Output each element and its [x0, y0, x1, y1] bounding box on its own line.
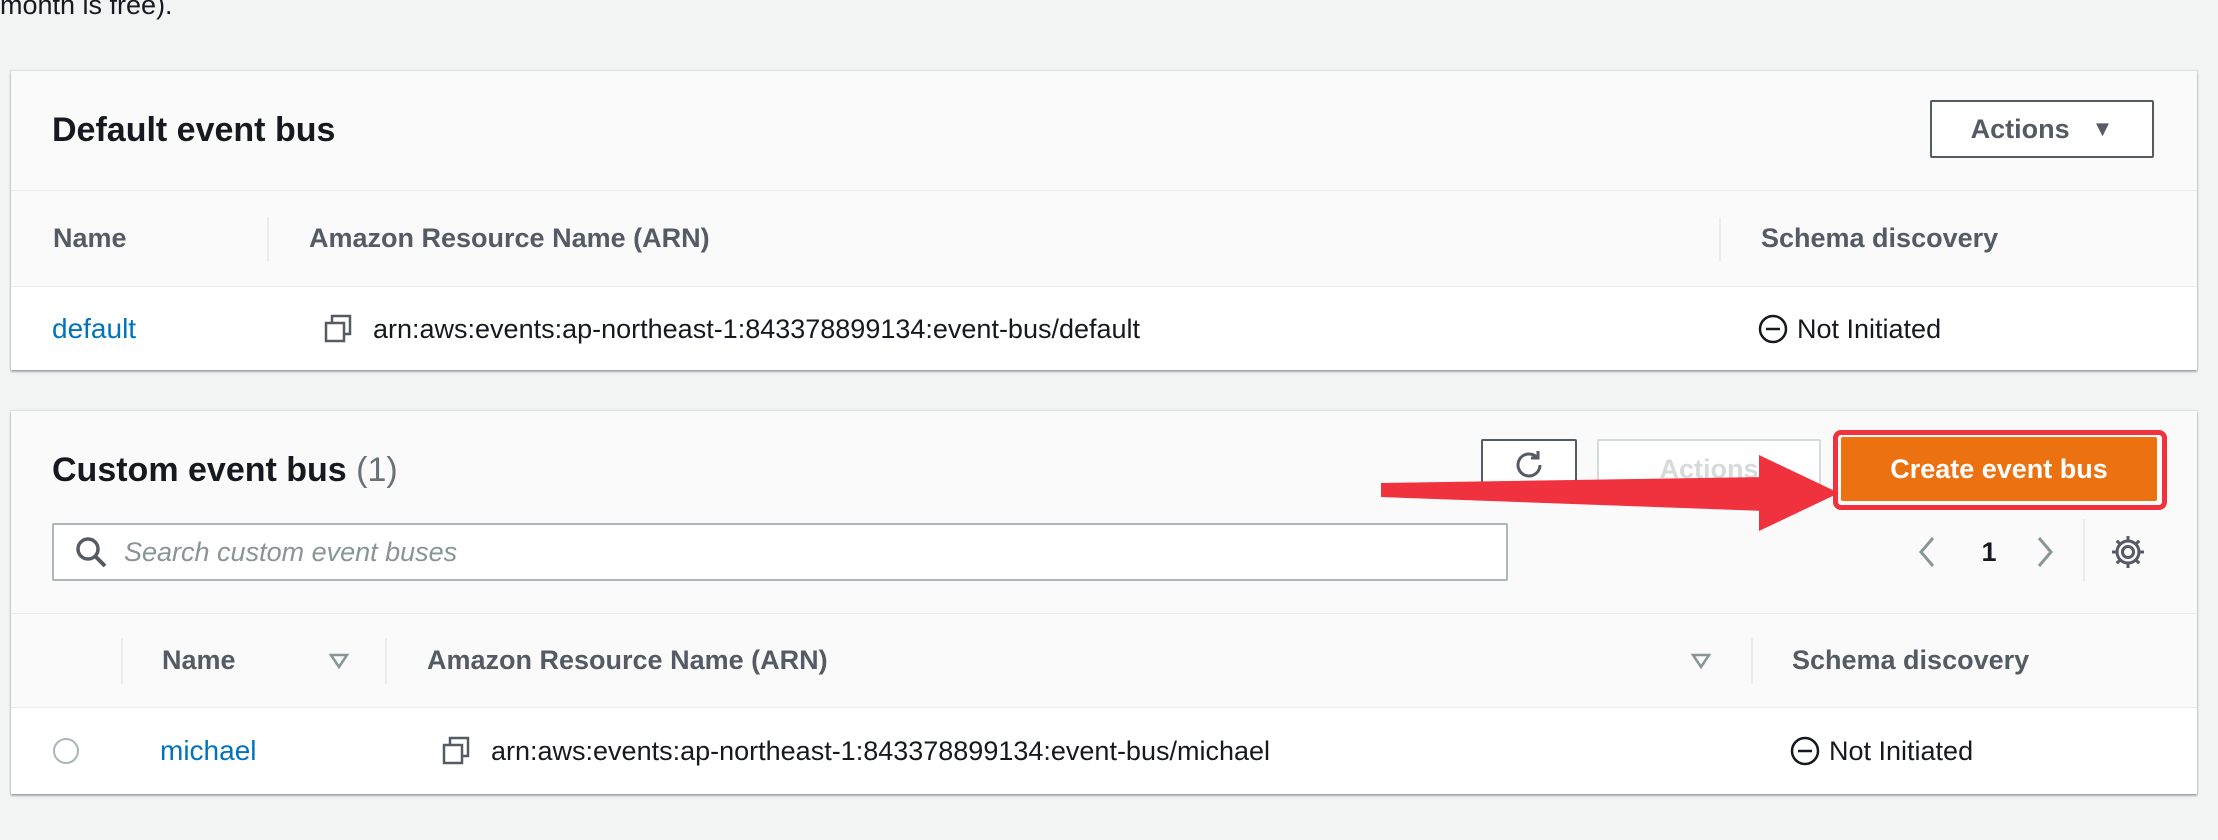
column-header-schema: Schema discovery [1792, 645, 2030, 675]
column-header-schema: Schema discovery [1761, 223, 1999, 253]
default-bus-title: Default event bus [52, 111, 336, 149]
column-header-name[interactable]: Name [162, 614, 236, 707]
column-divider [385, 638, 387, 684]
bus-name-link[interactable]: michael [160, 735, 256, 767]
gear-icon[interactable] [2109, 533, 2147, 571]
copy-icon[interactable] [323, 314, 353, 344]
sort-caret-icon[interactable] [329, 614, 349, 707]
copy-icon[interactable] [441, 736, 471, 766]
actions-label: Actions [1970, 113, 2070, 144]
column-divider [267, 217, 269, 261]
custom-bus-title: Custom event bus (1) [52, 451, 398, 490]
column-divider [121, 638, 123, 684]
table-row: michael arn:aws:events:ap-northeast-1:84… [11, 709, 2197, 793]
custom-bus-header: Custom event bus (1) Actions Create even… [11, 411, 2197, 614]
arn-value: arn:aws:events:ap-northeast-1:8433788991… [373, 313, 1141, 344]
column-divider [1751, 638, 1753, 684]
previous-page-icon[interactable] [1907, 523, 1947, 581]
not-initiated-icon [1757, 313, 1789, 345]
custom-bus-title-text: Custom event bus [52, 451, 347, 489]
default-actions-button[interactable]: Actions ▼ [1930, 100, 2154, 158]
not-initiated-icon [1789, 735, 1821, 767]
current-page-number[interactable]: 1 [1969, 523, 2009, 581]
default-bus-column-headers: Name Amazon Resource Name (ARN) Schema d… [11, 191, 2197, 287]
create-event-bus-button[interactable]: Create event bus [1841, 437, 2157, 501]
bus-name-link[interactable]: default [52, 313, 136, 345]
custom-bus-column-headers: Name Amazon Resource Name (ARN) Schema d… [11, 614, 2197, 708]
sort-caret-icon[interactable] [1691, 614, 1711, 707]
table-row: default arn:aws:events:ap-northeast-1:84… [11, 288, 2197, 370]
column-header-name: Name [53, 223, 127, 253]
column-header-arn: Amazon Resource Name (ARN) [309, 223, 710, 253]
search-input[interactable] [124, 536, 1484, 568]
pager-divider [2083, 519, 2085, 581]
custom-event-bus-panel: Custom event bus (1) Actions Create even… [11, 411, 2197, 794]
next-page-icon[interactable] [2025, 523, 2065, 581]
column-header-arn[interactable]: Amazon Resource Name (ARN) [427, 614, 828, 707]
default-bus-header: Default event bus Actions ▼ [11, 71, 2197, 191]
default-event-bus-panel: Default event bus Actions ▼ Name Amazon … [11, 71, 2197, 370]
custom-bus-count: (1) [356, 451, 398, 489]
arn-value: arn:aws:events:ap-northeast-1:8433788991… [491, 735, 1271, 766]
schema-discovery-status: Not Initiated [1797, 313, 1942, 344]
schema-discovery-status: Not Initiated [1829, 735, 1974, 766]
caret-down-icon: ▼ [2091, 116, 2114, 141]
intro-text: month is free). [0, 0, 173, 20]
row-select-radio[interactable] [53, 738, 79, 764]
search-bar [52, 523, 1508, 581]
search-icon [74, 535, 108, 569]
column-divider [1719, 217, 1721, 261]
